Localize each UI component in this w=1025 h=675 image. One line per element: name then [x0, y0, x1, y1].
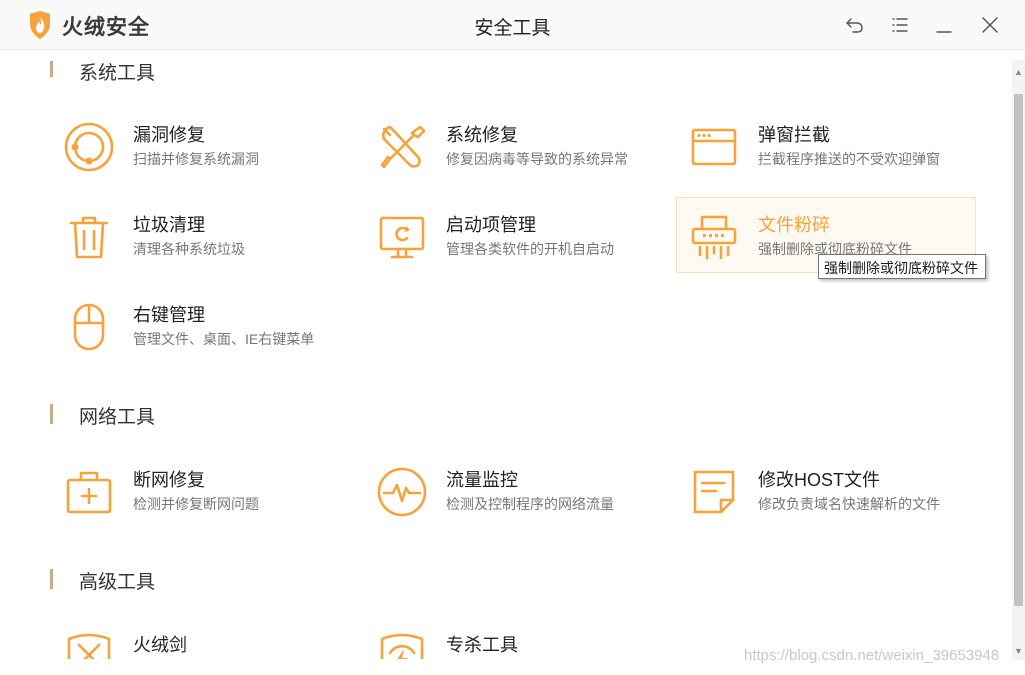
tool-description: 清理各种系统垃圾 — [133, 241, 245, 257]
tool-startup-manage[interactable]: 启动项管理 管理各类软件的开机自启动 — [365, 198, 665, 274]
tool-name: 修改HOST文件 — [758, 470, 881, 490]
popup-window-icon — [688, 121, 740, 173]
menu-list-icon[interactable] — [888, 13, 912, 37]
tool-edit-hosts[interactable]: 修改HOST文件 修改负责域名快速解析的文件 — [677, 453, 977, 529]
mouse-icon — [63, 301, 115, 353]
tools-content: 系统工具 漏洞修复 扫描并修复系统漏洞 系统修复 修复因病毒等导致的系统异常 弹… — [0, 50, 1012, 675]
brand-name: 火绒安全 — [62, 16, 150, 39]
first-aid-kit-icon — [63, 466, 115, 518]
tool-vulnerability-fix[interactable]: 漏洞修复 扫描并修复系统漏洞 — [52, 108, 352, 184]
file-shredder-icon — [688, 211, 740, 263]
huorong-logo-icon — [28, 11, 52, 39]
scrollbar-thumb[interactable] — [1014, 94, 1023, 606]
shield-bolt-icon — [376, 631, 428, 659]
watermark-text: https://blog.csdn.net/weixin_39653948 — [744, 647, 1000, 664]
tool-context-menu[interactable]: 右键管理 管理文件、桌面、IE右键菜单 — [52, 288, 352, 364]
tool-description: 扫描并修复系统漏洞 — [133, 151, 259, 167]
close-icon[interactable] — [978, 13, 1002, 37]
tool-traffic-monitor[interactable]: 流量监控 检测及控制程序的网络流量 — [365, 453, 665, 529]
tool-name: 系统修复 — [446, 125, 518, 145]
title-bar: 火绒安全 安全工具 — [0, 0, 1025, 50]
tool-description: 检测及控制程序的网络流量 — [446, 496, 614, 512]
tool-name: 弹窗拦截 — [758, 125, 830, 145]
tool-description: 拦截程序推送的不受欢迎弹窗 — [758, 151, 940, 167]
tool-huorong-sword[interactable]: 火绒剑 — [52, 618, 352, 660]
tool-description: 管理文件、桌面、IE右键菜单 — [133, 331, 315, 347]
tool-description: 检测并修复断网问题 — [133, 496, 259, 512]
scroll-down-arrow-icon[interactable]: ▼ — [1014, 645, 1023, 657]
vulnerability-fix-icon — [63, 121, 115, 173]
monitor-refresh-icon — [376, 211, 428, 263]
tool-name: 断网修复 — [133, 470, 205, 490]
trash-can-icon — [63, 211, 115, 263]
shield-sword-icon — [63, 631, 115, 659]
tool-system-repair[interactable]: 系统修复 修复因病毒等导致的系统异常 — [365, 108, 665, 184]
tool-name: 流量监控 — [446, 470, 518, 490]
tool-description: 管理各类软件的开机自启动 — [446, 241, 614, 257]
tool-name: 右键管理 — [133, 305, 205, 325]
tool-description: 修复因病毒等导致的系统异常 — [446, 151, 628, 167]
scroll-clip-mask — [0, 50, 1012, 61]
minimize-icon[interactable] — [932, 13, 956, 37]
tool-name: 漏洞修复 — [133, 125, 205, 145]
vertical-scrollbar[interactable]: ▲ ▼ — [1012, 60, 1025, 660]
tool-network-repair[interactable]: 断网修复 检测并修复断网问题 — [52, 453, 352, 529]
tool-name: 启动项管理 — [446, 215, 536, 235]
section-title: 网络工具 — [79, 407, 156, 428]
section-accent-bar — [50, 569, 53, 589]
tool-name: 专杀工具 — [446, 635, 518, 655]
tool-junk-clean[interactable]: 垃圾清理 清理各种系统垃圾 — [52, 198, 352, 274]
tool-name: 文件粉碎 — [758, 215, 830, 235]
window-title: 安全工具 — [474, 18, 551, 39]
tool-name: 垃圾清理 — [133, 215, 205, 235]
tool-description: 修改负责域名快速解析的文件 — [758, 496, 940, 512]
tool-popup-block[interactable]: 弹窗拦截 拦截程序推送的不受欢迎弹窗 — [677, 108, 977, 184]
traffic-pulse-icon — [376, 466, 428, 518]
tool-dedicated-killer[interactable]: 专杀工具 — [365, 618, 665, 660]
section-title: 系统工具 — [79, 63, 156, 84]
section-title: 高级工具 — [79, 572, 156, 593]
tool-name: 火绒剑 — [133, 635, 187, 655]
note-document-icon — [688, 466, 740, 518]
file-shredder-tooltip: 强制删除或彻底粉碎文件 — [818, 254, 986, 279]
section-accent-bar — [50, 404, 53, 424]
back-arrow-icon[interactable] — [843, 13, 867, 37]
scroll-up-arrow-icon[interactable]: ▲ — [1014, 66, 1023, 78]
wrench-screwdriver-icon — [376, 121, 428, 173]
